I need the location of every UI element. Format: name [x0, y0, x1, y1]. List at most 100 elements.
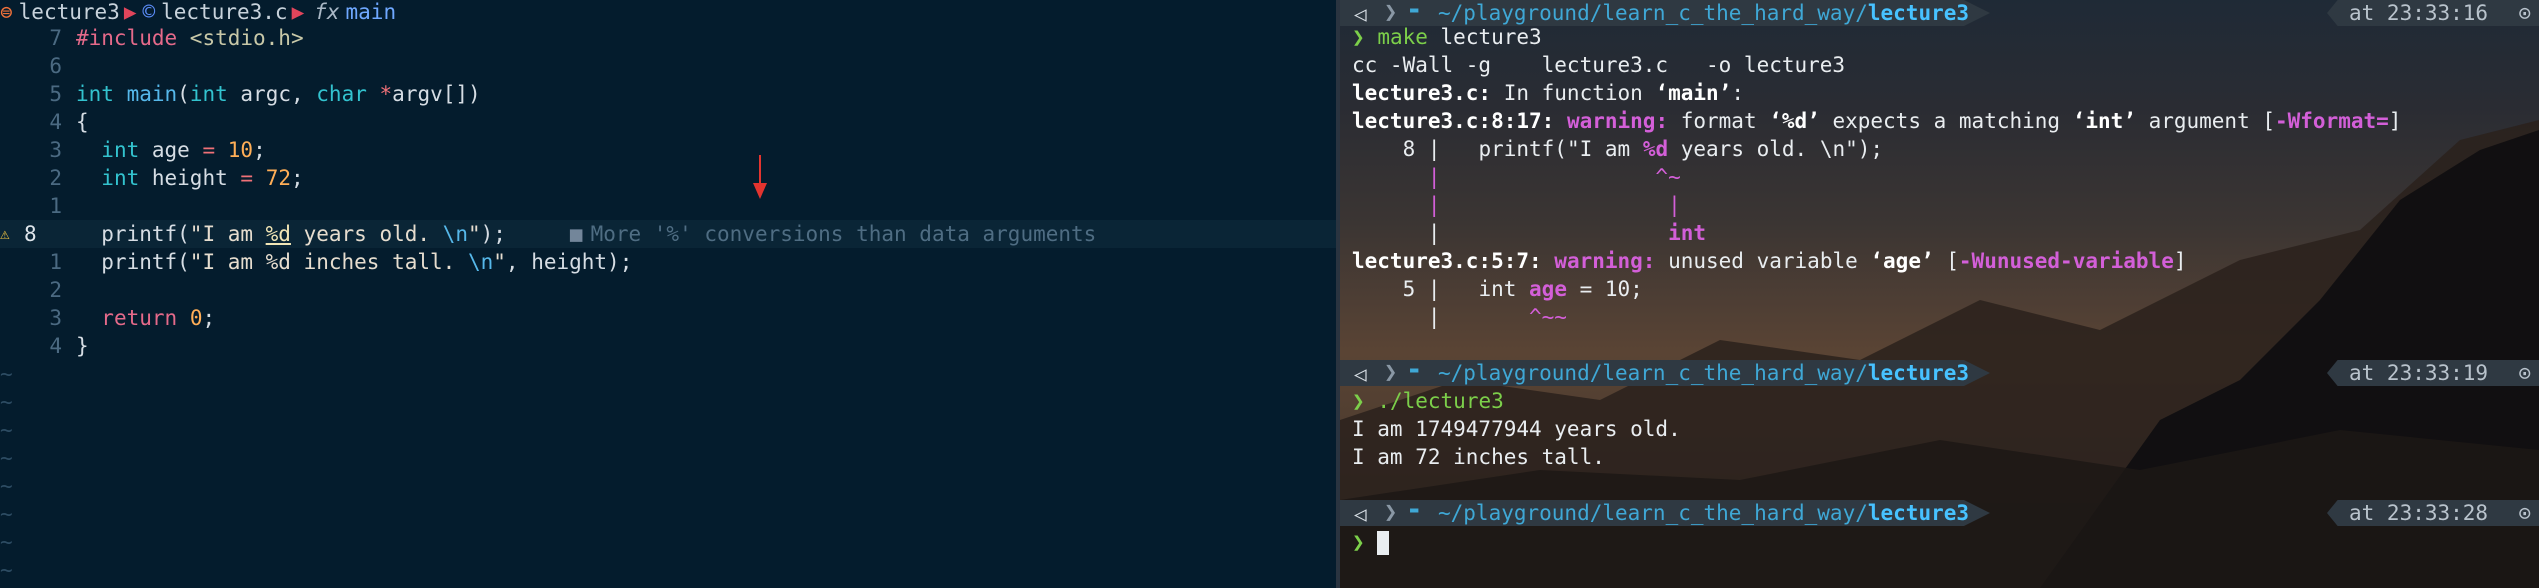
- source-line-number: 8 |: [1352, 137, 1441, 161]
- editor-pane[interactable]: ⊜ lecture3 ▶ © lecture3.c ▶ fx main 7 #in…: [0, 0, 1336, 588]
- line-number: 7: [49, 26, 62, 50]
- tilde-marker: ~: [0, 418, 13, 442]
- prompt-path-segment: ◁ ❯ ▬ ~/playground/learn_c_the_hard_way/…: [1340, 360, 1990, 386]
- line-number-gutter: 3: [0, 136, 66, 164]
- code-text[interactable]: printf("I am %d inches tall. \n", height…: [76, 248, 632, 276]
- code-token: {: [76, 110, 89, 134]
- source-text: years old. \n");: [1668, 137, 1884, 161]
- code-token: int: [189, 82, 228, 106]
- code-line[interactable]: 7 #include <stdio.h>: [0, 24, 1336, 52]
- code-line[interactable]: 5 int main(int argc, char *argv[]): [0, 80, 1336, 108]
- prompt-time: at 23:33:19: [2349, 361, 2489, 385]
- code-token: ;: [202, 306, 216, 330]
- tilde-marker: ~: [0, 558, 13, 582]
- folder-icon: ▬: [1410, 2, 1419, 18]
- code-token: int: [76, 82, 114, 106]
- code-token: char: [316, 82, 367, 106]
- code-line[interactable]: 2 int height = 72;: [0, 164, 1336, 192]
- chevron-right-icon: ❯: [1384, 500, 1398, 525]
- terminal-input-line[interactable]: ❯: [1352, 528, 2532, 556]
- code-line[interactable]: 2: [0, 276, 1336, 304]
- tilde-marker: ~: [0, 502, 13, 526]
- code-token: }: [76, 334, 89, 358]
- warning-icon[interactable]: ⚠: [0, 220, 10, 248]
- empty-buffer-line: ~: [0, 472, 1336, 500]
- terminal-output: I am 72 inches tall.: [1352, 445, 1605, 469]
- code-line[interactable]: 3 int age = 10;: [0, 136, 1336, 164]
- chevron-right-icon: ❯: [1384, 0, 1398, 25]
- command-name: make: [1377, 25, 1428, 49]
- line-number: 4: [49, 334, 62, 358]
- code-token: printf(: [76, 222, 190, 246]
- terminal-line: 8 | printf("I am %d years old. \n");: [1352, 135, 2532, 163]
- code-token: );: [480, 222, 506, 246]
- terminal-cursor[interactable]: [1377, 531, 1390, 555]
- code-line[interactable]: 4{: [0, 108, 1336, 136]
- code-line[interactable]: 1: [0, 192, 1336, 220]
- breadcrumb-file[interactable]: lecture3.c: [161, 0, 287, 24]
- tilde-marker: ~: [0, 446, 13, 470]
- terminal-line: | |: [1352, 193, 1681, 217]
- code-text[interactable]: int age = 10;: [76, 136, 265, 164]
- code-line[interactable]: 6: [0, 52, 1336, 80]
- code-text[interactable]: return 0;: [76, 304, 215, 332]
- empty-buffer-line: ~: [0, 528, 1336, 556]
- prompt-path: ~/playground/learn_c_the_hard_way/: [1438, 1, 1868, 25]
- code-text[interactable]: }: [76, 332, 89, 360]
- code-text[interactable]: printf("I am %d years old. \n"); ■ More '%…: [76, 220, 1096, 248]
- code-token: return: [101, 306, 178, 330]
- diag-quote: ‘%d’: [1769, 109, 1820, 133]
- code-token: ": [493, 250, 506, 274]
- code-token: int: [101, 138, 140, 162]
- warning-flag: -Wunused-variable: [1958, 249, 2174, 273]
- terminal-pane[interactable]: ◁ ❯ ▬ ~/playground/learn_c_the_hard_way/…: [1340, 0, 2539, 588]
- diag-text: expects a matching: [1819, 109, 2073, 133]
- code-line[interactable]: 4}: [0, 332, 1336, 360]
- line-number: 1: [49, 194, 62, 218]
- code-text[interactable]: {: [76, 108, 89, 136]
- code-token: ": [467, 222, 481, 246]
- code-text[interactable]: int main(int argc, char *argv[]): [76, 80, 481, 108]
- code-token: height: [139, 166, 241, 190]
- diag-text: unused variable: [1655, 249, 1871, 273]
- breadcrumb-function[interactable]: main: [346, 0, 397, 24]
- code-line[interactable]: 1 printf("I am %d inches tall. \n", heig…: [0, 248, 1336, 276]
- breadcrumb-folder[interactable]: lecture3: [19, 0, 120, 24]
- diag-text: ]: [2388, 109, 2402, 133]
- prompt-bar: ◁ ❯ ▬ ~/playground/learn_c_the_hard_way/…: [1340, 500, 2539, 526]
- code-line[interactable]: 3 return 0;: [0, 304, 1336, 332]
- terminal-line: cc -Wall -g lecture3.c -o lecture3: [1352, 53, 1846, 77]
- terminal-line: 5 | int age = 10;: [1352, 275, 2532, 303]
- terminal-output: I am 1749477944 years old.: [1352, 417, 1681, 441]
- code-token: age: [139, 138, 203, 162]
- source-caret: ^~~: [1529, 305, 1567, 329]
- code-text[interactable]: #include <stdio.h>: [76, 24, 304, 52]
- warning-flag: -Wformat=: [2275, 109, 2389, 133]
- source-text: = 10;: [1566, 277, 1643, 301]
- line-number: 3: [49, 306, 62, 330]
- code-token: years old.: [290, 222, 443, 246]
- folder-icon: ▬: [1410, 502, 1419, 518]
- chevron-right-icon: ❯: [1384, 360, 1398, 385]
- breadcrumb: ⊜ lecture3 ▶ © lecture3.c ▶ fx main: [0, 0, 1336, 24]
- arrow-down-icon: [753, 155, 767, 199]
- empty-buffer-line: ~: [0, 360, 1336, 388]
- source-text: int: [1440, 277, 1530, 301]
- source-text: printf("I am: [1440, 137, 1643, 161]
- code-line-current[interactable]: ⚠ 8 printf("I am %d years old. \n"); ■ More…: [0, 220, 1336, 248]
- code-token: 72: [265, 166, 291, 190]
- prompt-bar: ◁ ❯ ▬ ~/playground/learn_c_the_hard_way/…: [1340, 360, 2539, 386]
- code-token: %d: [265, 222, 291, 246]
- diag-quote: ‘int’: [2072, 109, 2136, 133]
- diag-quote: ‘age’: [1870, 249, 1934, 273]
- terminal-line: | ^~~: [1352, 303, 2532, 331]
- line-number: 2: [49, 166, 62, 190]
- code-token: 10: [227, 138, 254, 162]
- command-name: ./lecture3: [1377, 389, 1504, 413]
- prompt-path-segment: ◁ ❯ ▬ ~/playground/learn_c_the_hard_way/…: [1340, 500, 1990, 526]
- code-text[interactable]: int height = 72;: [76, 164, 303, 192]
